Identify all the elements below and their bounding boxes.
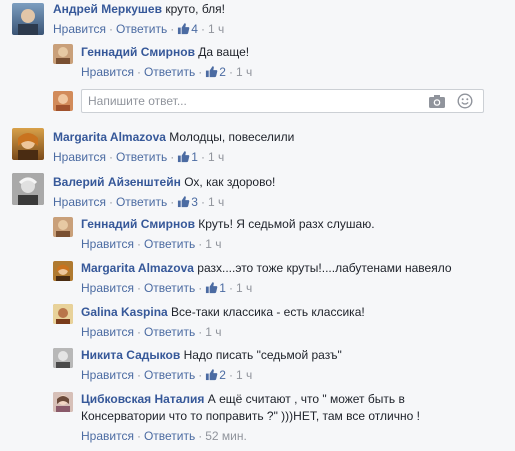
- like-link[interactable]: Нравится: [53, 22, 106, 36]
- timestamp[interactable]: 1 ч: [236, 368, 252, 382]
- thumbs-up-icon[interactable]: [205, 281, 218, 294]
- author-name[interactable]: Цибковская Наталия: [81, 392, 204, 406]
- comment-text: Молодцы, повеселили: [169, 130, 295, 144]
- camera-icon[interactable]: [428, 93, 446, 109]
- avatar[interactable]: [53, 348, 73, 368]
- like-link[interactable]: Нравится: [81, 65, 134, 79]
- thumbs-up-icon[interactable]: [177, 150, 190, 163]
- author-name[interactable]: Margarita Almazova: [53, 130, 166, 144]
- reply-link[interactable]: Ответить: [144, 429, 195, 443]
- avatar[interactable]: [53, 261, 73, 281]
- avatar[interactable]: [53, 44, 73, 64]
- like-count[interactable]: 1: [219, 281, 226, 295]
- avatar: [53, 91, 73, 111]
- reply-link[interactable]: Ответить: [144, 281, 195, 295]
- like-count[interactable]: 2: [219, 65, 226, 79]
- smiley-icon[interactable]: [457, 93, 473, 109]
- timestamp[interactable]: 52 мин.: [205, 429, 247, 443]
- reply-link[interactable]: Ответить: [144, 237, 195, 251]
- timestamp[interactable]: 1 ч: [236, 281, 252, 295]
- reply-link[interactable]: Ответить: [116, 150, 167, 164]
- author-name[interactable]: Margarita Almazova: [81, 261, 194, 275]
- like-link[interactable]: Нравится: [53, 195, 106, 209]
- author-name[interactable]: Никита Садыков: [81, 348, 180, 362]
- reply-link[interactable]: Ответить: [116, 22, 167, 36]
- like-count[interactable]: 1: [191, 150, 198, 164]
- author-name[interactable]: Валерий Айзенштейн: [53, 175, 181, 189]
- avatar[interactable]: [12, 128, 44, 160]
- thumbs-up-icon[interactable]: [177, 22, 190, 35]
- timestamp[interactable]: 1 ч: [208, 150, 224, 164]
- timestamp[interactable]: 1 ч: [205, 237, 221, 251]
- author-name[interactable]: Геннадий Смирнов: [81, 45, 195, 59]
- comment-text: круто, бля!: [165, 2, 225, 16]
- reply-input[interactable]: [82, 90, 412, 112]
- reply-link[interactable]: Ответить: [144, 368, 195, 382]
- comment-text-line2: Консерватории что то поправить ?" )))НЕТ…: [81, 409, 420, 423]
- like-link[interactable]: Нравится: [53, 150, 106, 164]
- like-link[interactable]: Нравится: [81, 325, 134, 339]
- like-link[interactable]: Нравится: [81, 429, 134, 443]
- thumbs-up-icon[interactable]: [205, 65, 218, 78]
- comment-text: Круть! Я седьмой разх слушаю.: [198, 217, 375, 231]
- reply-input-box[interactable]: [81, 89, 484, 113]
- thumbs-up-icon[interactable]: [205, 368, 218, 381]
- timestamp[interactable]: 1 ч: [208, 22, 224, 36]
- comment-text: Ох, как здорово!: [184, 175, 276, 189]
- avatar[interactable]: [53, 217, 73, 237]
- comment-text: Все-таки классика - есть классика!: [171, 305, 365, 319]
- avatar[interactable]: [53, 304, 73, 324]
- thumbs-up-icon[interactable]: [177, 195, 190, 208]
- like-link[interactable]: Нравится: [81, 368, 134, 382]
- avatar[interactable]: [12, 173, 44, 205]
- timestamp[interactable]: 1 ч: [236, 65, 252, 79]
- like-count[interactable]: 3: [191, 195, 198, 209]
- reply-link[interactable]: Ответить: [144, 65, 195, 79]
- author-name[interactable]: Galina Kaspina: [81, 305, 168, 319]
- comment-text: А ещё считают , что " может быть в: [207, 392, 405, 406]
- comment-text: Надо писать "седьмой разъ": [183, 348, 342, 362]
- timestamp[interactable]: 1 ч: [208, 195, 224, 209]
- comment-text: разх....это тоже круты!....лабутенами на…: [197, 261, 452, 275]
- avatar[interactable]: [53, 392, 73, 412]
- reply-link[interactable]: Ответить: [144, 325, 195, 339]
- timestamp[interactable]: 1 ч: [205, 325, 221, 339]
- reply-link[interactable]: Ответить: [116, 195, 167, 209]
- like-link[interactable]: Нравится: [81, 281, 134, 295]
- like-count[interactable]: 4: [191, 22, 198, 36]
- like-link[interactable]: Нравится: [81, 237, 134, 251]
- avatar[interactable]: [12, 3, 44, 35]
- comment-text: Да ваще!: [198, 45, 250, 59]
- author-name[interactable]: Геннадий Смирнов: [81, 217, 195, 231]
- like-count[interactable]: 2: [219, 368, 226, 382]
- author-name[interactable]: Андрей Меркушев: [53, 2, 162, 16]
